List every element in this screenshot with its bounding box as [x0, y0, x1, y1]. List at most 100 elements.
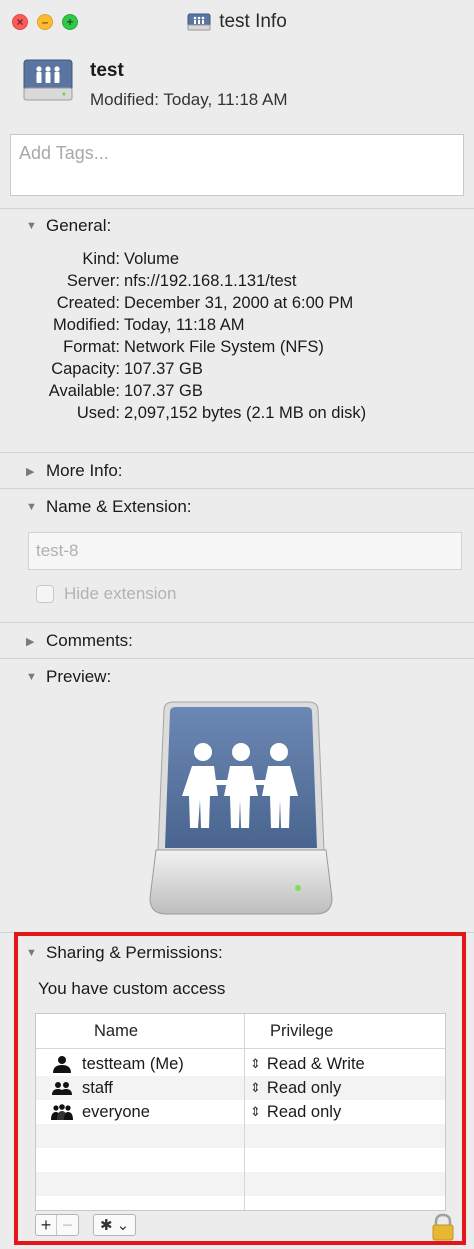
info-value: nfs://192.168.1.131/test — [124, 272, 297, 290]
up-down-chevron-icon: ⇕ — [250, 1056, 261, 1071]
section-general-label: General: — [46, 216, 112, 235]
section-comments-toggle[interactable]: ▶ Comments: — [26, 631, 133, 651]
permission-user-name: testteam (Me) — [82, 1054, 184, 1073]
permissions-table: Name Privilege testteam (Me) ⇕ Read & Wr… — [35, 1013, 446, 1211]
disclosure-open-icon: ▼ — [26, 947, 37, 959]
empty-row — [36, 1124, 445, 1148]
section-name-extension-toggle[interactable]: ▼ Name & Extension: — [26, 497, 192, 517]
up-down-chevron-icon: ⇕ — [250, 1104, 261, 1119]
section-general-toggle[interactable]: ▼ General: — [26, 216, 111, 236]
table-row[interactable]: testteam (Me) ⇕ Read & Write — [36, 1052, 445, 1076]
privilege-value: Read only — [266, 1102, 342, 1121]
info-header: test Modified: Today, 11:18 AM — [22, 58, 288, 110]
close-icon: × — [16, 15, 24, 29]
empty-row — [36, 1148, 445, 1172]
disclosure-closed-icon: ▶ — [26, 465, 35, 478]
permission-user: testteam (Me) — [50, 1052, 184, 1076]
hide-extension-option[interactable]: Hide extension — [36, 584, 176, 604]
disclosure-open-icon: ▼ — [26, 220, 37, 232]
network-drive-icon — [23, 59, 73, 101]
column-divider — [244, 1014, 245, 1210]
disclosure-open-icon: ▼ — [26, 501, 37, 513]
info-key: Available: — [48, 382, 120, 400]
network-drive-icon — [187, 13, 211, 31]
empty-row — [36, 1172, 445, 1196]
privilege-popup[interactable]: ⇕ Read only — [244, 1100, 341, 1124]
info-row: Modified: Today, 11:18 AM — [0, 316, 474, 339]
info-row: Kind: Volume — [0, 250, 474, 273]
hide-extension-checkbox[interactable] — [36, 585, 54, 603]
permission-user-name: staff — [82, 1078, 113, 1097]
hide-extension-label: Hide extension — [64, 584, 177, 603]
column-header-name[interactable]: Name — [94, 1014, 138, 1048]
permissions-toolbar: + − ✱ ⌄ — [35, 1214, 137, 1236]
everyone-icon — [51, 1104, 73, 1120]
minimize-icon: – — [41, 15, 49, 29]
section-more-info-label: More Info: — [46, 461, 123, 480]
section-divider — [0, 452, 474, 453]
info-value: December 31, 2000 at 6:00 PM — [124, 294, 354, 312]
permission-user: staff — [50, 1076, 113, 1100]
info-key: Used: — [76, 404, 120, 422]
section-sharing-label: Sharing & Permissions: — [46, 943, 223, 962]
action-menu-button[interactable]: ✱ ⌄ — [93, 1214, 137, 1236]
info-row: Created: December 31, 2000 at 6:00 PM — [0, 294, 474, 317]
info-value: Today, 11:18 AM — [124, 316, 245, 334]
item-name: test — [90, 60, 124, 81]
remove-user-button[interactable]: − — [57, 1215, 78, 1235]
info-key: Kind: — [82, 250, 120, 268]
disclosure-open-icon: ▼ — [26, 671, 37, 683]
column-header-privilege[interactable]: Privilege — [270, 1014, 333, 1048]
permission-user: everyone — [50, 1100, 150, 1124]
lock-icon[interactable] — [428, 1212, 458, 1242]
section-divider — [0, 622, 474, 623]
chevron-down-icon: ⌄ — [116, 1217, 130, 1234]
info-key: Created: — [56, 294, 120, 312]
permission-user-name: everyone — [82, 1102, 150, 1121]
window-title-text: test Info — [219, 11, 287, 32]
title-bar: × – + test Info — [0, 0, 474, 44]
privilege-value: Read & Write — [266, 1054, 365, 1073]
privilege-value: Read only — [266, 1078, 342, 1097]
tags-input[interactable]: Add Tags... — [10, 134, 464, 196]
table-row[interactable]: everyone ⇕ Read only — [36, 1100, 445, 1124]
section-divider — [0, 658, 474, 659]
access-status-text: You have custom access — [38, 979, 226, 998]
network-drive-preview-icon — [149, 701, 333, 915]
zoom-window-button[interactable]: + — [62, 14, 78, 30]
info-key: Server: — [66, 272, 120, 290]
table-row[interactable]: staff ⇕ Read only — [36, 1076, 445, 1100]
section-more-info-toggle[interactable]: ▶ More Info: — [26, 461, 123, 481]
info-row: Available: 107.37 GB — [0, 382, 474, 405]
section-preview-label: Preview: — [46, 667, 112, 686]
info-key: Format: — [63, 338, 120, 356]
minimize-window-button[interactable]: – — [37, 14, 53, 30]
info-key: Modified: — [53, 316, 120, 334]
zoom-icon: + — [66, 15, 74, 29]
header-divider — [36, 1048, 445, 1049]
gear-icon: ✱ — [100, 1217, 113, 1234]
group-icon — [52, 1082, 72, 1095]
window-title: test Info — [187, 11, 287, 33]
info-value: 107.37 GB — [124, 382, 203, 400]
section-divider — [0, 208, 474, 209]
disclosure-closed-icon: ▶ — [26, 635, 35, 648]
info-row: Format: Network File System (NFS) — [0, 338, 474, 361]
info-row: Used: 2,097,152 bytes (2.1 MB on disk) — [0, 404, 474, 427]
info-value: Network File System (NFS) — [124, 338, 324, 356]
up-down-chevron-icon: ⇕ — [250, 1080, 261, 1095]
info-value: 2,097,152 bytes (2.1 MB on disk) — [124, 404, 367, 422]
info-value: Volume — [124, 250, 180, 268]
name-extension-field[interactable]: test-8 — [28, 532, 462, 570]
add-remove-buttons: + − — [35, 1214, 79, 1236]
window-controls: × – + — [12, 14, 78, 30]
section-preview-toggle[interactable]: ▼ Preview: — [26, 667, 111, 687]
section-sharing-toggle[interactable]: ▼ Sharing & Permissions: — [26, 943, 223, 963]
privilege-popup[interactable]: ⇕ Read only — [244, 1076, 341, 1100]
empty-row — [36, 1196, 445, 1210]
close-window-button[interactable]: × — [12, 14, 28, 30]
privilege-popup[interactable]: ⇕ Read & Write — [244, 1052, 365, 1076]
add-user-button[interactable]: + — [36, 1215, 57, 1235]
section-comments-label: Comments: — [46, 631, 133, 650]
info-value: 107.37 GB — [124, 360, 203, 378]
